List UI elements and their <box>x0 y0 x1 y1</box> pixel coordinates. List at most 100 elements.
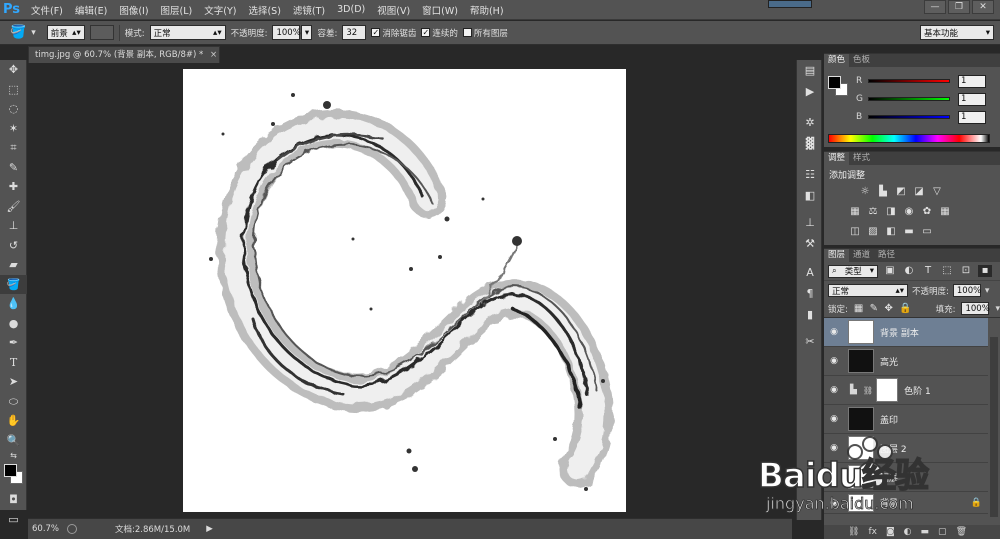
close-tab-icon[interactable]: × <box>210 50 217 60</box>
layer-opacity-input[interactable]: 100% <box>952 284 981 297</box>
eye-icon[interactable]: ◉ <box>824 385 844 395</box>
layer-item-highlight[interactable]: ◉ 高光 <box>824 347 988 376</box>
menu-type[interactable]: 文字(Y) <box>198 3 242 17</box>
opacity-arrow-icon[interactable]: ▾ <box>985 286 990 296</box>
eye-icon[interactable]: ◉ <box>824 327 844 337</box>
type-tool-icon[interactable]: T <box>0 353 27 373</box>
layer-item-background-copy[interactable]: ◉ 背景 副本 <box>824 318 988 347</box>
tab-layers[interactable]: 图层 <box>824 249 850 262</box>
menu-file[interactable]: 文件(F) <box>25 3 69 17</box>
paragraph-panel-icon[interactable]: ¶ <box>797 283 823 304</box>
paint-bucket-icon[interactable]: 🪣 <box>10 25 26 40</box>
opacity-input[interactable]: 100% <box>272 25 301 40</box>
document-canvas[interactable] <box>183 69 626 512</box>
layer-filter-select[interactable]: ⌕ 类型 ▾ <box>828 264 878 278</box>
exposure-icon[interactable]: ◪ <box>912 186 926 198</box>
photo-filter-icon[interactable]: ◉ <box>902 206 916 218</box>
tab-paths[interactable]: 路径 <box>874 249 899 262</box>
lock-pixels-icon[interactable]: ✎ <box>869 303 878 315</box>
menu-view[interactable]: 视图(V) <box>371 3 416 17</box>
eyedropper-tool-icon[interactable]: ✎ <box>0 158 27 178</box>
workspace-select[interactable]: 基本功能 ▾ <box>920 25 994 40</box>
filter-pixel-icon[interactable]: ▣ <box>883 265 897 277</box>
vibrance-icon[interactable]: ▽ <box>930 186 944 198</box>
tab-color[interactable]: 颜色 <box>824 54 850 67</box>
invert-icon[interactable]: ◫ <box>848 226 862 238</box>
blend-mode-select[interactable]: 正常 ▴▾ <box>828 284 908 297</box>
tool-options-icon[interactable]: ✂ <box>797 331 823 352</box>
gradient-map-icon[interactable]: ▬ <box>902 226 916 238</box>
panel-color-swatches[interactable] <box>828 76 852 98</box>
mini-bridge-bar[interactable] <box>768 0 812 8</box>
foreground-color-swatch[interactable] <box>4 464 17 477</box>
posterize-icon[interactable]: ▨ <box>866 226 880 238</box>
marquee-tool-icon[interactable]: ⬚ <box>0 80 27 100</box>
zoom-tool-icon[interactable]: 🔍 <box>0 431 27 451</box>
history-panel-icon[interactable]: ▤ <box>797 60 823 81</box>
green-value-input[interactable]: 1 <box>958 92 986 106</box>
brush-presets-icon[interactable]: ▓ <box>797 133 823 154</box>
tab-adjustments[interactable]: 调整 <box>824 152 850 165</box>
clone-stamp-tool-icon[interactable]: ⊥ <box>0 216 27 236</box>
close-button[interactable]: ✕ <box>972 0 994 14</box>
menu-select[interactable]: 选择(S) <box>242 3 286 17</box>
actions-panel-icon[interactable]: ▶ <box>797 81 823 102</box>
antialias-checkbox[interactable]: ✓ 消除锯齿 <box>371 27 416 39</box>
properties-panel-icon[interactable]: ◧ <box>797 185 823 206</box>
all-layers-checkbox[interactable]: 所有图层 <box>462 27 508 39</box>
hue-saturation-icon[interactable]: ▦ <box>848 206 862 218</box>
quick-mask-icon[interactable]: ◘ <box>0 490 27 510</box>
blue-value-input[interactable]: 1 <box>958 110 986 124</box>
channel-mixer-icon[interactable]: ✿ <box>920 206 934 218</box>
menu-image[interactable]: 图像(I) <box>113 3 154 17</box>
filter-adjustment-icon[interactable]: ◐ <box>902 265 916 277</box>
tab-styles[interactable]: 样式 <box>849 152 874 165</box>
document-tab[interactable]: timg.jpg @ 60.7% (背景 副本, RGB/8#) * × <box>28 46 220 63</box>
info-panel-icon[interactable]: ☷ <box>797 164 823 185</box>
canvas-area[interactable] <box>28 63 792 518</box>
color-spectrum-bar[interactable] <box>828 134 990 143</box>
opacity-dropdown[interactable]: ▾ <box>301 25 313 40</box>
eraser-tool-icon[interactable]: ▰ <box>0 255 27 275</box>
pattern-picker[interactable] <box>89 25 114 40</box>
menu-filter[interactable]: 滤镜(T) <box>287 3 331 17</box>
paint-bucket-tool-icon[interactable]: 🪣 <box>0 274 27 294</box>
character-panel-icon[interactable]: A <box>797 262 823 283</box>
red-value-input[interactable]: 1 <box>958 74 986 88</box>
eye-icon[interactable]: ◉ <box>824 414 844 424</box>
contiguous-checkbox[interactable]: ✓ 连续的 <box>421 27 458 39</box>
menu-window[interactable]: 窗口(W) <box>416 3 464 17</box>
move-tool-icon[interactable]: ✥ <box>0 60 27 80</box>
threshold-icon[interactable]: ◧ <box>884 226 898 238</box>
filter-type-icon[interactable]: T <box>921 265 935 277</box>
color-swatches[interactable] <box>0 462 27 490</box>
filter-smart-icon[interactable]: ⊡ <box>959 265 973 277</box>
hand-tool-icon[interactable]: ✋ <box>0 411 27 431</box>
history-brush-tool-icon[interactable]: ↺ <box>0 236 27 256</box>
fill-input[interactable]: 100% <box>961 302 990 315</box>
layer-comps-icon[interactable]: ▮ <box>797 304 823 325</box>
menu-help[interactable]: 帮助(H) <box>464 3 510 17</box>
minimize-button[interactable]: — <box>924 0 946 14</box>
fg-swatch[interactable] <box>828 76 841 89</box>
fill-source-select[interactable]: 前景 ▴▾ <box>46 25 85 40</box>
red-slider[interactable] <box>868 79 950 83</box>
lasso-tool-icon[interactable]: ◌ <box>0 99 27 119</box>
zoom-level[interactable]: 60.7% <box>32 524 59 534</box>
magic-wand-tool-icon[interactable]: ✶ <box>0 119 27 139</box>
lock-position-icon[interactable]: ✥ <box>884 303 893 315</box>
healing-brush-tool-icon[interactable]: ✚ <box>0 177 27 197</box>
menu-edit[interactable]: 编辑(E) <box>69 3 113 17</box>
lock-all-icon[interactable]: 🔒 <box>899 303 911 315</box>
tool-preset-arrow-icon[interactable]: ▾ <box>31 28 36 38</box>
tolerance-input[interactable]: 32 <box>342 25 367 40</box>
menu-3d[interactable]: 3D(D) <box>331 4 371 15</box>
layers-scrollbar[interactable] <box>990 337 998 517</box>
lock-transparent-icon[interactable]: ▦ <box>854 303 863 315</box>
black-white-icon[interactable]: ◨ <box>884 206 898 218</box>
blur-tool-icon[interactable]: 💧 <box>0 294 27 314</box>
filter-toggle-icon[interactable]: ▪ <box>978 265 992 277</box>
menu-layer[interactable]: 图层(L) <box>155 3 199 17</box>
brush-tool-icon[interactable]: 🖌 <box>0 197 27 217</box>
clone-source-icon[interactable]: ⊥ <box>797 212 823 233</box>
